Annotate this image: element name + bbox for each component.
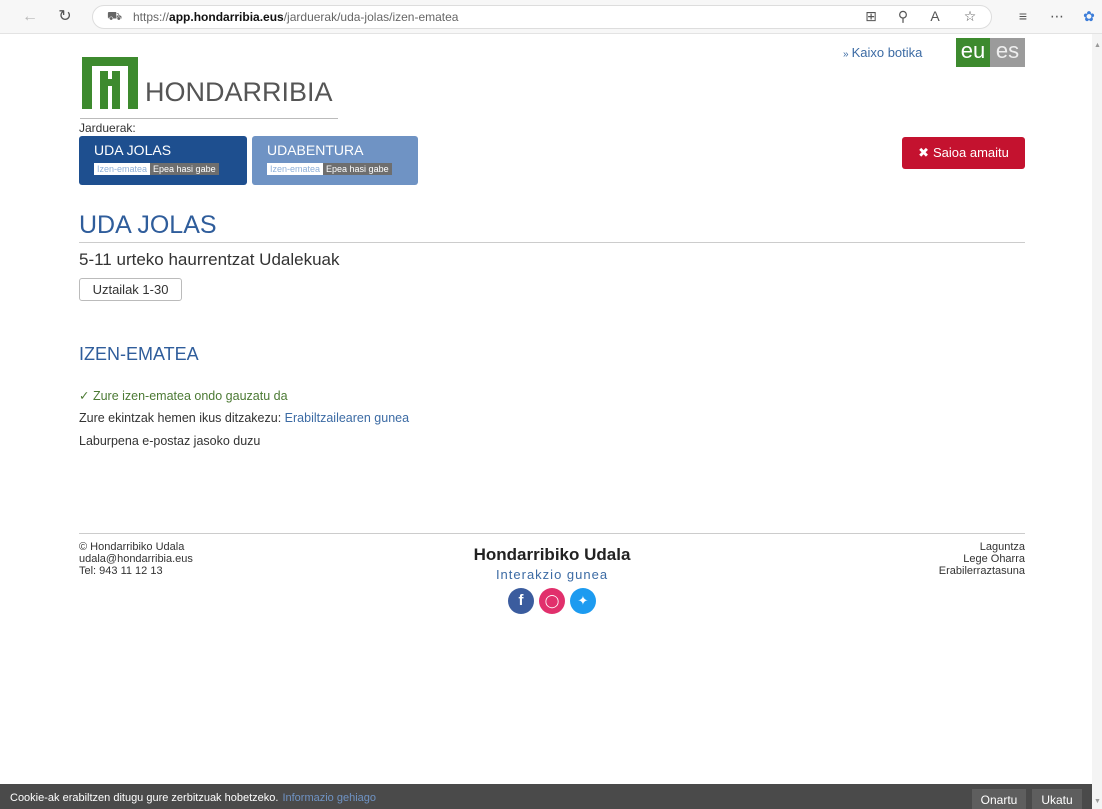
lock-icon[interactable]: ⛟ (107, 9, 122, 25)
accessibility-link[interactable]: Erabilerraztasuna (875, 565, 1025, 577)
status-badge: Epea hasi gabe (150, 163, 219, 175)
tab-badges: Izen-ematea Epea hasi gabe (94, 163, 219, 175)
lang-es-button[interactable]: es (990, 38, 1025, 67)
help-link[interactable]: Laguntza (875, 541, 1025, 553)
zoom-icon[interactable]: ⚲ (893, 6, 913, 26)
date-range-badge: Uztailak 1-30 (79, 278, 182, 301)
cookie-text: Cookie-ak erabiltzen ditugu gure zerbitz… (10, 792, 376, 804)
more-options-icon[interactable]: ⋯ (1047, 6, 1067, 26)
page-scrollbar[interactable]: ▲ ▼ (1092, 34, 1102, 809)
close-icon: ✖ (918, 145, 929, 160)
footer-portal-name: Interakzio gunea (495, 567, 609, 582)
favorites-list-icon[interactable]: ≡ (1013, 6, 1033, 26)
back-icon[interactable]: ← (20, 7, 40, 27)
cookie-accept-button[interactable]: Onartu (972, 789, 1026, 809)
favorite-star-icon[interactable]: ☆ (960, 6, 980, 26)
address-bar[interactable]: ⛟ https://app.hondarribia.eus/jarduerak/… (92, 5, 992, 29)
double-arrow-icon: » (843, 49, 849, 60)
url-text[interactable]: https://app.hondarribia.eus/jarduerak/ud… (133, 10, 458, 24)
footer-divider (79, 533, 1025, 534)
logo-divider (80, 118, 338, 119)
cookie-more-info-link[interactable]: Informazio gehiago (282, 792, 376, 804)
read-aloud-icon[interactable]: A (925, 6, 945, 26)
logo-text: HONDARRIBIA (145, 77, 333, 107)
email-link[interactable]: udala@hondarribia.eus (79, 553, 193, 565)
tab-udabentura[interactable]: UDABENTURA Izen-ematea Epea hasi gabe (252, 136, 418, 185)
success-message: ✓ Zure izen-ematea ondo gauzatu da (79, 389, 288, 403)
reload-icon[interactable]: ↻ (55, 7, 75, 27)
cookie-reject-button[interactable]: Ukatu (1032, 789, 1082, 809)
twitter-icon[interactable]: ✦ (570, 588, 596, 614)
section-title: IZEN-EMATEA (79, 344, 199, 364)
title-divider (79, 242, 1025, 243)
logo-mark-icon (82, 57, 138, 109)
summary-note: Laburpena e-postaz jasoko duzu (79, 434, 261, 448)
footer-contact: © Hondarribiko Udala udala@hondarribia.e… (79, 541, 193, 577)
page-title: UDA JOLAS (79, 211, 217, 239)
check-icon: ✓ (79, 389, 93, 403)
legal-link[interactable]: Lege Oharra (875, 553, 1025, 565)
activity-subtitle: 5-11 urteko haurrentzat Udalekuak (79, 250, 340, 269)
status-badge: Izen-ematea (94, 163, 151, 175)
status-badge: Izen-ematea (267, 163, 324, 175)
status-badge: Epea hasi gabe (323, 163, 392, 175)
activities-label: Jarduerak: (79, 121, 136, 135)
split-screen-icon[interactable]: ⊞ (861, 6, 881, 26)
footer-links: Laguntza Lege Oharra Erabilerraztasuna (875, 541, 1025, 577)
instagram-icon[interactable]: ◯ (539, 588, 565, 614)
logout-button[interactable]: ✖ Saioa amaitu (902, 137, 1025, 169)
tab-name: UDA JOLAS (94, 142, 172, 158)
tab-name: UDABENTURA (267, 142, 364, 158)
tab-uda-jolas[interactable]: UDA JOLAS Izen-ematea Epea hasi gabe (79, 136, 247, 185)
lang-eu-button[interactable]: eu (956, 38, 990, 67)
tab-badges: Izen-ematea Epea hasi gabe (267, 163, 392, 175)
copyright-text: © Hondarribiko Udala (79, 541, 185, 553)
site-logo[interactable]: HONDARRIBIA (80, 55, 340, 119)
info-message: Zure ekintzak hemen ikus ditzakezu: Erab… (79, 411, 410, 425)
facebook-icon[interactable]: f (508, 588, 534, 614)
user-greeting-link[interactable]: » Kaixo botika (843, 45, 922, 60)
cookie-banner: Cookie-ak erabiltzen ditugu gure zerbitz… (0, 784, 1092, 809)
browser-toolbar: ← ↻ ⛟ https://app.hondarribia.eus/jardue… (0, 0, 1102, 34)
scroll-up-icon[interactable]: ▲ (1094, 42, 1101, 49)
scroll-down-icon[interactable]: ▼ (1094, 798, 1101, 805)
phone-text: Tel: 943 11 12 13 (79, 565, 163, 577)
copilot-icon[interactable]: ✿ (1079, 6, 1099, 26)
user-area-link[interactable]: Erabiltzailearen gunea (285, 411, 409, 425)
footer-org-name: Hondarribiko Udala (473, 545, 631, 564)
